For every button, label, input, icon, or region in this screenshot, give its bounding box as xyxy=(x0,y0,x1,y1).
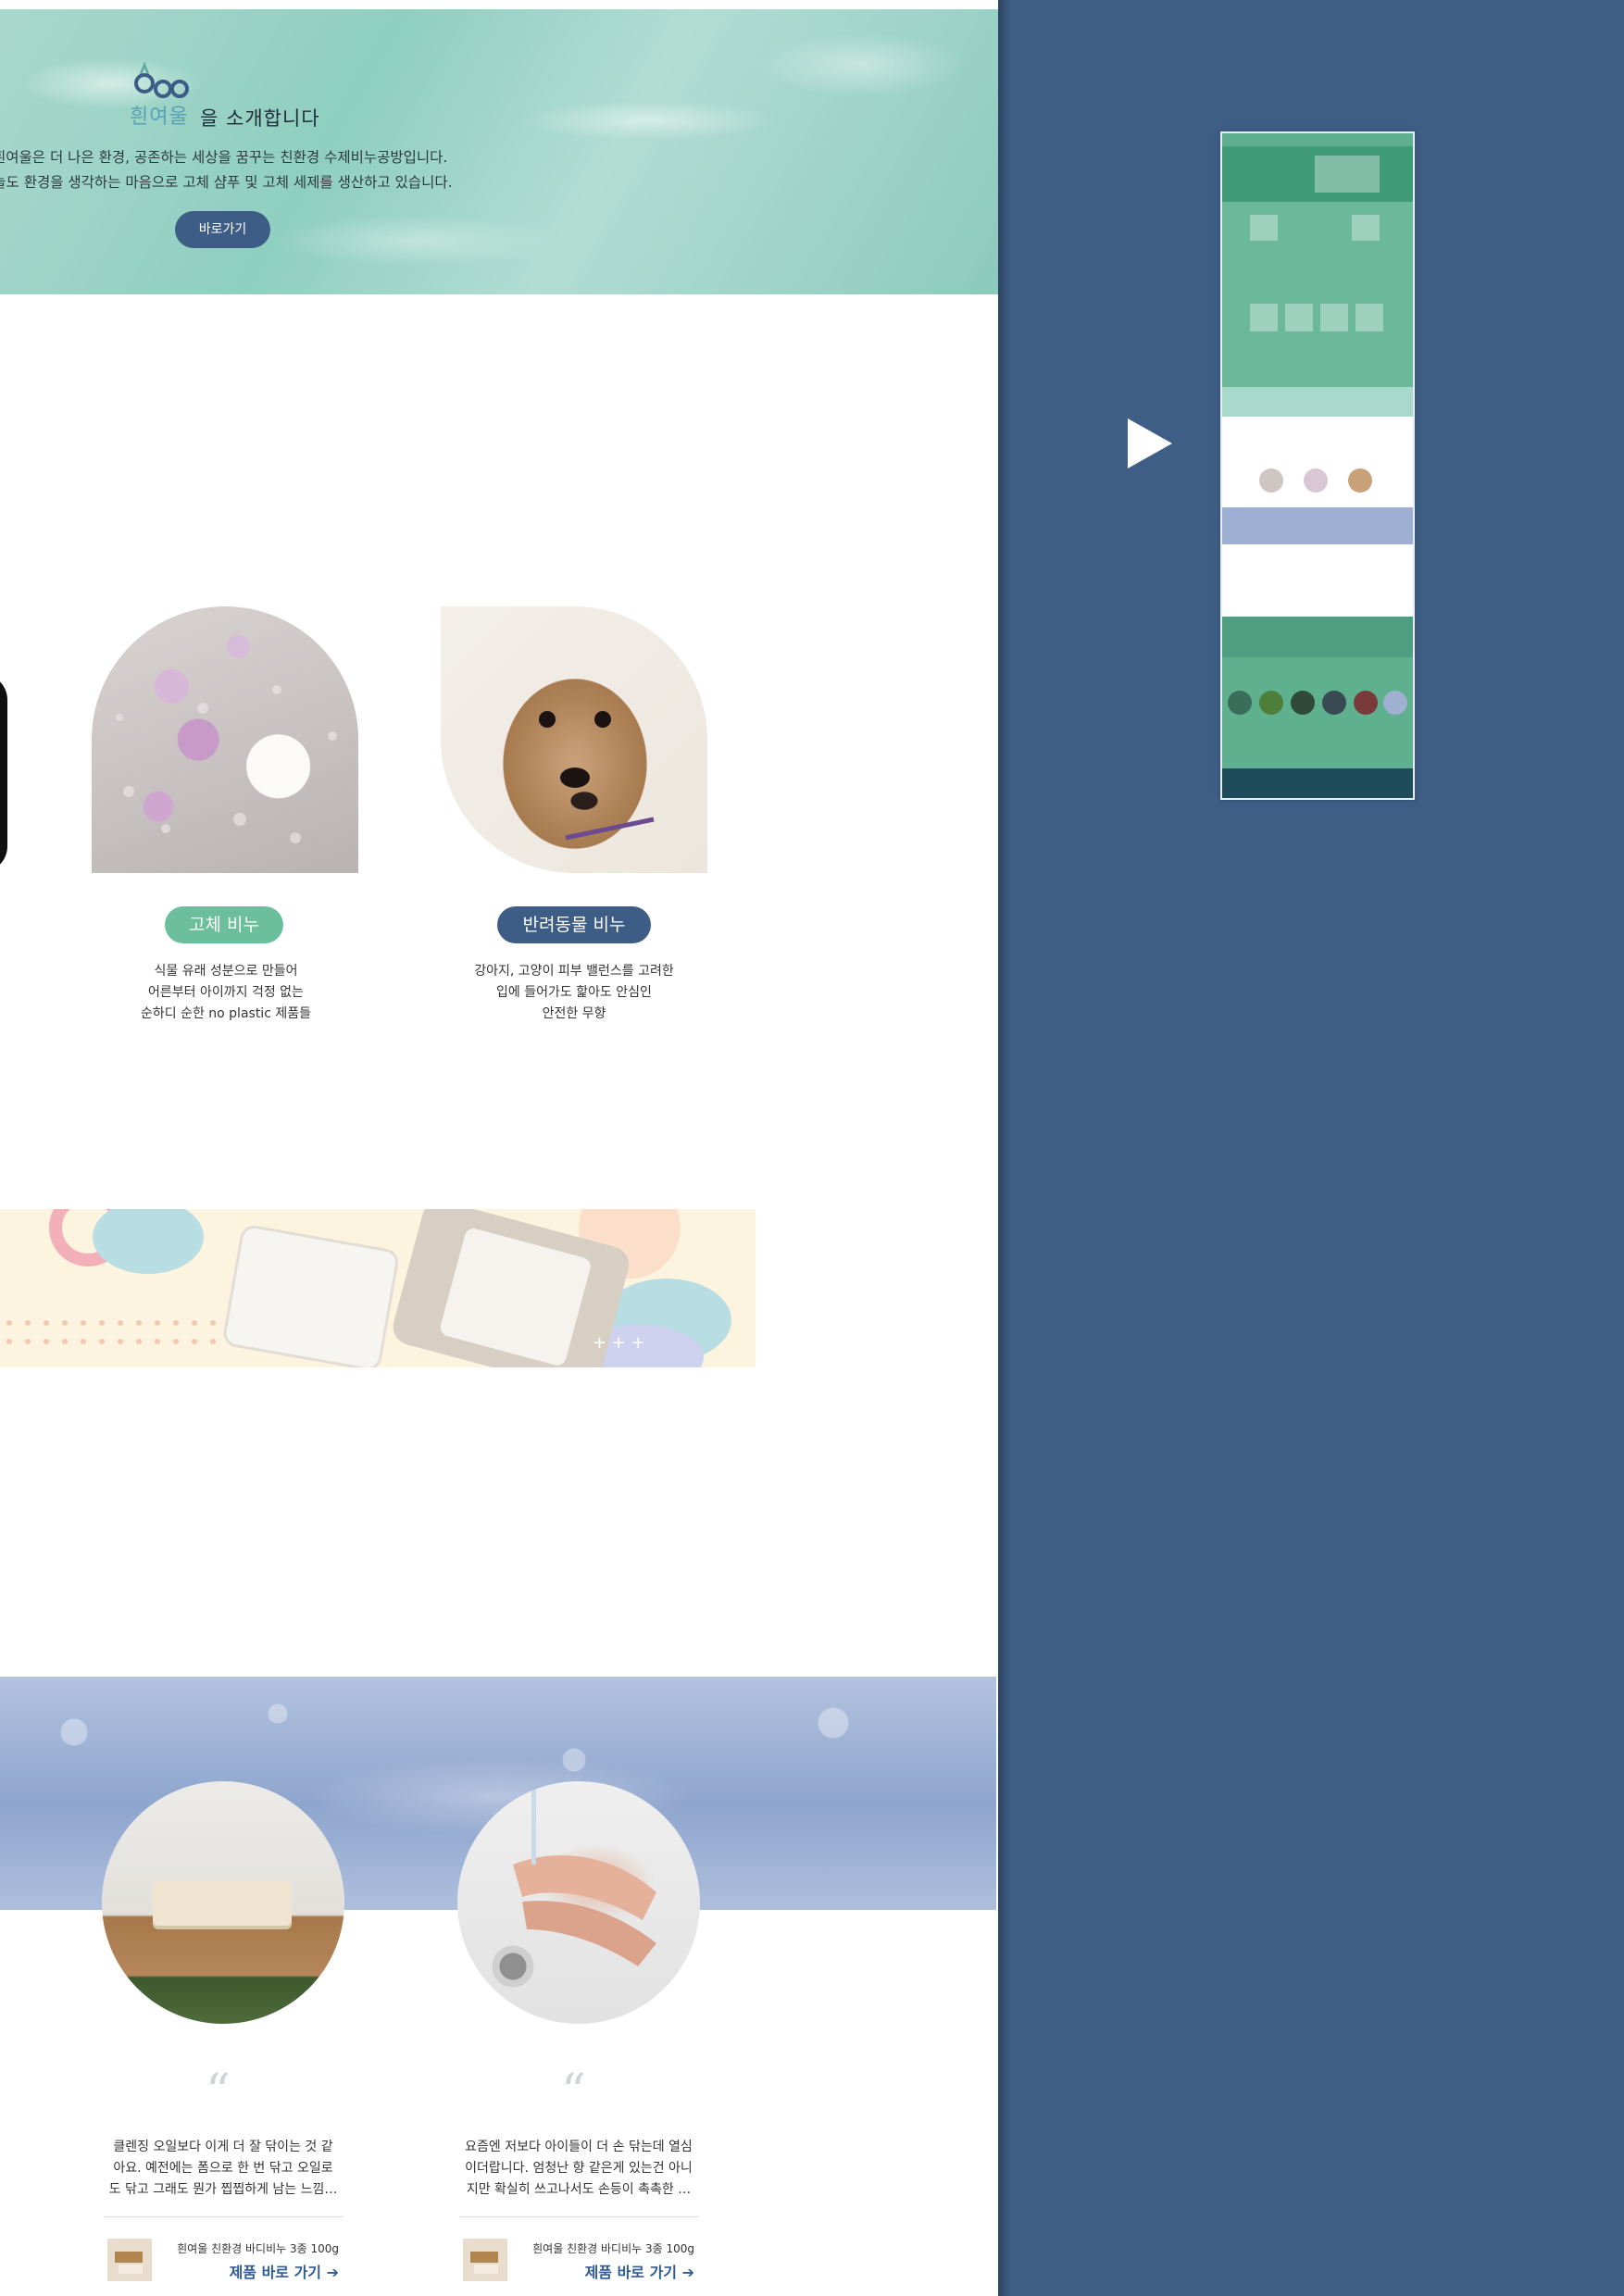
product-image-partial xyxy=(0,674,7,872)
product-label-pet[interactable]: 반려동물 비누 xyxy=(497,906,651,943)
review-text-1-line2: 아요. 예전에는 폼으로 한 번 닦고 오일로 xyxy=(113,2161,333,2176)
promo-banner[interactable]: + + + xyxy=(0,1209,756,1367)
intro-button[interactable]: 바로가기 xyxy=(175,211,270,248)
review-text-2-line3: 지만 확실히 쓰고나서도 손등이 촉촉한 … xyxy=(466,2182,692,2197)
product-desc-soap: 식물 유래 성분으로 만들어 어른부터 아이까지 걱정 없는 순하디 순한 no… xyxy=(93,961,359,1025)
review-divider xyxy=(459,2216,698,2217)
hands-icon xyxy=(513,1781,656,1966)
intro-title: 을 소개합니다 xyxy=(200,107,320,130)
quote-icon: “ xyxy=(561,2065,586,2120)
dog-icon xyxy=(539,711,655,841)
review-divider xyxy=(104,2216,343,2217)
thumb-header xyxy=(1222,133,1413,146)
review-product-name: 흰여울 친환경 바디비누 3종 100g xyxy=(532,2242,694,2255)
promo-banner-illustration: + + + xyxy=(6,1209,731,1367)
product-label-soap[interactable]: 고체 비누 xyxy=(165,906,283,943)
product-link[interactable]: 제품 바로 가기 ➔ xyxy=(204,2260,339,2282)
product-desc-soap-line2: 어른부터 아이까지 걱정 없는 xyxy=(148,985,304,1000)
intro-desc-line1: 흰여울은 더 나은 환경, 공존하는 세상을 꿈꾸는 친환경 수제비누공방입니다… xyxy=(0,149,448,166)
review-image-handwash xyxy=(457,1781,700,2024)
review-product-thumbnail[interactable] xyxy=(463,2239,507,2281)
play-icon[interactable] xyxy=(1128,418,1172,468)
svg-text:+ + +: + + + xyxy=(593,1333,645,1353)
brand-logo-text: 흰여울 xyxy=(130,106,189,129)
review-text-1: 클렌징 오일보다 이게 더 잘 닦이는 것 같 아요. 예전에는 폼으로 한 번… xyxy=(93,2137,354,2201)
product-desc-pet-line3: 안전한 무향 xyxy=(542,1006,606,1021)
quote-icon: “ xyxy=(206,2065,231,2120)
intro-hero: 흰여울 을 소개합니다 흰여울은 더 나은 환경, 공존하는 세상을 꿈꾸는 친… xyxy=(0,9,998,294)
thumb-intro xyxy=(1222,387,1413,417)
product-desc-soap-line1: 식물 유래 성분으로 만들어 xyxy=(154,964,298,979)
full-page-thumbnail[interactable] xyxy=(1220,131,1415,800)
review-text-2-line2: 이더랍니다. 엄청난 향 같은게 있는건 아니 xyxy=(465,2161,693,2176)
product-desc-pet: 강아지, 고양이 피부 밸런스를 고려한 입에 들어가도 핥아도 안심인 안전한… xyxy=(441,961,707,1025)
product-image-soap[interactable] xyxy=(92,606,358,873)
product-desc-soap-line3: 순하디 순한 no plastic 제품들 xyxy=(140,1006,311,1021)
review-product-thumbnail[interactable] xyxy=(107,2239,152,2281)
product-link[interactable]: 제품 바로 가기 ➔ xyxy=(559,2260,694,2282)
page-preview: 흰여울 을 소개합니다 흰여울은 더 나은 환경, 공존하는 세상을 꿈꾸는 친… xyxy=(0,0,998,2296)
thumb-footer xyxy=(1222,768,1413,798)
thumb-green-band xyxy=(1222,617,1413,657)
thumb-gallery xyxy=(1222,657,1413,768)
product-desc-pet-line2: 입에 들어가도 핥아도 안심인 xyxy=(496,985,652,1000)
review-text-1-line1: 클렌징 오일보다 이게 더 잘 닦이는 것 같 xyxy=(113,2140,333,2154)
thumb-review-cards xyxy=(1222,544,1413,617)
flower-icon xyxy=(116,685,337,843)
intro-desc-line2: 오늘도 환경을 생각하는 마음으로 고체 샴푸 및 고체 세제를 생산하고 있습… xyxy=(0,174,453,191)
thumb-hero xyxy=(1222,146,1413,202)
review-text-2: 요즘엔 저보다 아이들이 더 손 닦는데 열심 이더랍니다. 엄청난 향 같은게… xyxy=(448,2137,709,2201)
thumb-products xyxy=(1222,202,1413,387)
product-desc-pet-line1: 강아지, 고양이 피부 밸런스를 고려한 xyxy=(474,964,674,979)
side-panel-shadow xyxy=(998,0,1011,2296)
thumb-reviews xyxy=(1222,507,1413,544)
review-text-1-line3: 도 닦고 그래도 뭔가 찝찝하게 남는 느낌… xyxy=(108,2182,338,2197)
review-image-soap xyxy=(102,1781,344,2024)
review-product-name: 흰여울 친환경 바디비누 3종 100g xyxy=(177,2242,339,2255)
soap-bar-icon xyxy=(153,1881,292,1926)
product-image-pet[interactable] xyxy=(441,606,707,873)
review-text-2-line1: 요즘엔 저보다 아이들이 더 손 닦는데 열심 xyxy=(465,2140,693,2154)
